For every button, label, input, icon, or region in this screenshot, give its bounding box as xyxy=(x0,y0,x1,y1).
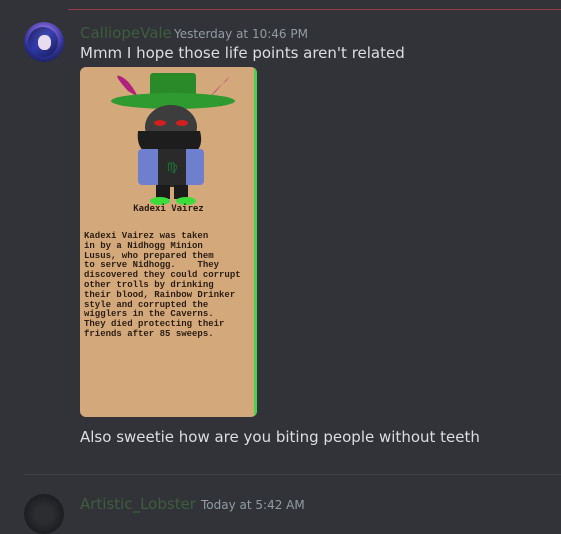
message-timestamp: Today at 5:42 AM xyxy=(201,498,305,512)
user-avatar[interactable] xyxy=(24,494,64,534)
new-messages-divider xyxy=(68,9,561,10)
svg-text:♍: ♍ xyxy=(167,160,178,174)
image-attachment[interactable]: ♍ Kadexi Vairez Kadexi Vairez was taken … xyxy=(80,67,257,417)
troll-character-sprite: ♍ xyxy=(111,73,235,205)
username[interactable]: Artistic_Lobster xyxy=(80,495,196,513)
avatar-face-shape xyxy=(38,35,51,50)
user-avatar[interactable] xyxy=(24,22,64,62)
message-divider xyxy=(24,474,561,475)
attachment-green-edge xyxy=(254,67,257,417)
username[interactable]: CalliopeVale xyxy=(80,24,172,42)
character-bio: Kadexi Vairez was taken in by a Nidhogg … xyxy=(84,231,241,339)
character-name: Kadexi Vairez xyxy=(133,204,204,214)
message-timestamp: Yesterday at 10:46 PM xyxy=(174,27,308,41)
message-text: Also sweetie how are you biting people w… xyxy=(80,428,480,446)
message-text: Mmm I hope those life points aren't rela… xyxy=(80,44,405,62)
